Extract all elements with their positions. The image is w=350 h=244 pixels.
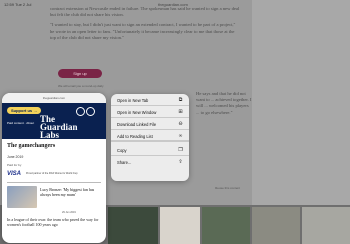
article-paragraph: contract extension at Newcastle ended in… — [50, 6, 240, 18]
download-icon: ⊖ — [178, 120, 183, 127]
photo-thumbnail[interactable] — [202, 207, 250, 244]
story-snippet[interactable]: In a league of their own: the team who p… — [7, 217, 103, 227]
preview-url: theguardian.com — [2, 93, 106, 103]
menu-item-share[interactable]: Share... ⇪ — [111, 156, 189, 168]
sponsor-logo: VISA — [7, 171, 22, 177]
photo-thumbnail[interactable] — [160, 207, 200, 244]
signup-note: We will email you a round-up daily — [58, 84, 104, 88]
photo-thumbnail[interactable] — [252, 207, 300, 244]
status-time: 12:59 Tue 2 Jul — [4, 2, 32, 7]
context-menu: Open in New Tab ⧉ Open in New Window ⊞ D… — [111, 94, 189, 181]
menu-item-open-new-window[interactable]: Open in New Window ⊞ — [111, 106, 189, 118]
menu-item-reading-list[interactable]: Add to Reading List ∞ — [111, 130, 189, 142]
new-tab-icon: ⧉ — [178, 96, 183, 103]
new-window-icon: ⊞ — [178, 108, 183, 115]
link-preview-card[interactable]: theguardian.com Support us → The Guardia… — [2, 93, 106, 243]
sidebar-blurred — [252, 0, 350, 205]
photo-thumbnail[interactable] — [302, 207, 350, 244]
support-us-button[interactable]: Support us → — [7, 107, 42, 114]
article-tail: He says and that he did not want to ... … — [196, 91, 252, 115]
divider — [7, 182, 101, 183]
reading-list-icon: ∞ — [178, 132, 183, 139]
signup-button[interactable]: Sign up — [58, 69, 102, 78]
menu-icon[interactable] — [86, 107, 95, 116]
copy-icon: ❐ — [178, 146, 183, 153]
story-thumbnail[interactable] — [7, 186, 37, 208]
labs-logo: The Guardian Labs — [40, 114, 78, 140]
share-icon: ⇪ — [178, 158, 183, 165]
preview-date: June 2019 — [7, 155, 24, 159]
reuse-link[interactable]: Reuse this content — [180, 186, 240, 193]
menu-item-copy[interactable]: Copy ❐ — [111, 144, 189, 156]
paid-content-label: Paid content · About — [7, 121, 35, 125]
story-date: 29 Jun 2019 — [62, 211, 76, 214]
photo-thumbnail[interactable] — [108, 207, 158, 244]
story-title[interactable]: Lucy Bronze: 'My biggest fan has always … — [40, 187, 102, 197]
article-paragraph: "I wanted to stay, but I didn't just wan… — [50, 22, 236, 40]
paid-by-label: Paid for by — [7, 163, 22, 167]
menu-item-open-new-tab[interactable]: Open in New Tab ⧉ — [111, 94, 189, 106]
menu-item-download[interactable]: Download Linked File ⊖ — [111, 118, 189, 130]
sponsor-subtitle: Proud partner of the FIFA Women's World … — [26, 172, 78, 175]
preview-title: The gamechangers — [7, 143, 56, 149]
